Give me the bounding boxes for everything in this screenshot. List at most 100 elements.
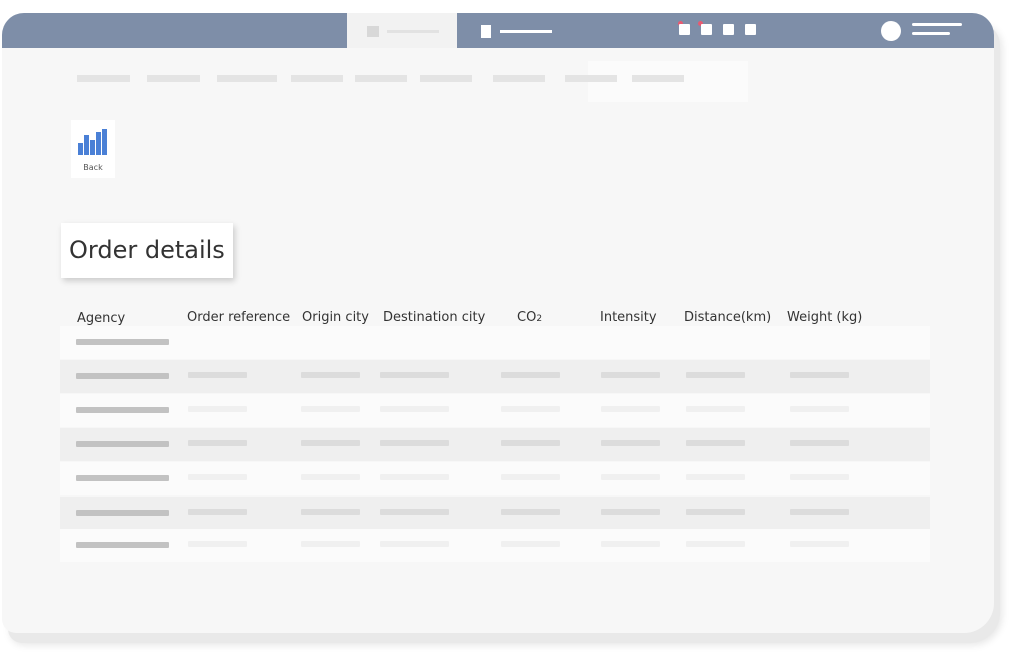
table-cell-placeholder [790, 406, 849, 412]
title-bar [2, 13, 994, 48]
table-cell-placeholder [301, 474, 360, 480]
table-cell-placeholder [501, 372, 560, 378]
table-cell-placeholder [380, 440, 449, 446]
column-header-weight[interactable]: Weight (kg) [787, 310, 862, 325]
breadcrumb-item[interactable] [217, 75, 277, 82]
table-cell-placeholder [790, 338, 849, 344]
table-cell-placeholder [76, 441, 169, 447]
back-button[interactable]: Back [71, 120, 115, 178]
table-cell-placeholder [686, 509, 745, 515]
table-cell-placeholder [380, 406, 449, 412]
table-cell-placeholder [76, 407, 169, 413]
table-cell-placeholder [380, 474, 449, 480]
table-cell-placeholder [188, 474, 247, 480]
toolbar-button[interactable] [701, 24, 712, 35]
table-cell-placeholder [790, 474, 849, 480]
breadcrumb-item[interactable] [147, 75, 200, 82]
table-cell-placeholder [601, 474, 660, 480]
table-cell-placeholder [686, 440, 745, 446]
table-cell-placeholder [380, 541, 449, 547]
page-title-card: Order details [61, 223, 233, 278]
table-cell-placeholder [76, 339, 169, 345]
table-cell-placeholder [188, 338, 247, 344]
breadcrumb-item[interactable] [420, 75, 472, 82]
tab-favicon-icon[interactable] [481, 25, 491, 38]
browser-window: Back Order details Agency Order referenc… [2, 13, 994, 633]
tab-favicon-icon [367, 26, 379, 37]
tab-title-placeholder [387, 30, 439, 33]
co2-subscript: 2 [536, 314, 543, 324]
table-row[interactable] [60, 394, 930, 427]
breadcrumb-item[interactable] [493, 75, 545, 82]
table-cell-placeholder [790, 509, 849, 515]
table-cell-placeholder [686, 474, 745, 480]
table-cell-placeholder [380, 338, 449, 344]
table-cell-placeholder [601, 406, 660, 412]
table-cell-placeholder [790, 440, 849, 446]
table-cell-placeholder [76, 510, 169, 516]
table-cell-placeholder [380, 509, 449, 515]
table-cell-placeholder [301, 509, 360, 515]
co2-label: CO [517, 310, 537, 325]
table-cell-placeholder [301, 541, 360, 547]
breadcrumb-item[interactable] [355, 75, 407, 82]
column-header-distance[interactable]: Distance(km) [684, 310, 771, 325]
column-header-intensity[interactable]: Intensity [600, 310, 657, 325]
column-header-destination-city[interactable]: Destination city [383, 310, 485, 325]
menu-icon[interactable] [912, 23, 962, 26]
table-cell-placeholder [501, 406, 560, 412]
table-row[interactable] [60, 462, 930, 495]
breadcrumb-item[interactable] [565, 75, 617, 82]
table-row[interactable] [60, 360, 930, 393]
breadcrumb-item[interactable] [632, 75, 684, 82]
table-cell-placeholder [501, 440, 560, 446]
table-cell-placeholder [686, 541, 745, 547]
toolbar-button[interactable] [723, 24, 734, 35]
table-cell-placeholder [501, 474, 560, 480]
table-cell-placeholder [501, 509, 560, 515]
table-cell-placeholder [686, 338, 745, 344]
column-header-agency[interactable]: Agency [77, 311, 125, 326]
column-header-origin-city[interactable]: Origin city [302, 310, 369, 325]
back-label: Back [83, 163, 103, 172]
menu-icon-line [912, 32, 950, 35]
table-row[interactable] [60, 428, 930, 461]
table-cell-placeholder [301, 406, 360, 412]
column-header-co2[interactable]: CO2 [517, 310, 542, 325]
table-cell-placeholder [380, 372, 449, 378]
table-cell-placeholder [601, 541, 660, 547]
breadcrumb-item[interactable] [291, 75, 343, 82]
avatar[interactable] [881, 21, 901, 41]
table-cell-placeholder [790, 372, 849, 378]
table-cell-placeholder [188, 541, 247, 547]
table-row[interactable] [60, 529, 930, 562]
table-cell-placeholder [686, 406, 745, 412]
table-cell-placeholder [188, 509, 247, 515]
page-title: Order details [69, 236, 225, 264]
table-cell-placeholder [686, 372, 745, 378]
table-cell-placeholder [188, 440, 247, 446]
tab-active[interactable] [347, 13, 457, 48]
table-cell-placeholder [501, 338, 560, 344]
table-cell-placeholder [76, 542, 169, 548]
table-cell-placeholder [301, 338, 360, 344]
table-cell-placeholder [601, 338, 660, 344]
table-cell-placeholder [601, 372, 660, 378]
tab-title-placeholder[interactable] [500, 30, 552, 33]
toolbar-button[interactable] [679, 24, 690, 35]
table-cell-placeholder [188, 406, 247, 412]
breadcrumb-item[interactable] [77, 75, 130, 82]
table-row[interactable] [60, 326, 930, 359]
column-header-order-reference[interactable]: Order reference [187, 310, 290, 325]
table-cell-placeholder [76, 373, 169, 379]
table-cell-placeholder [76, 475, 169, 481]
toolbar-button[interactable] [745, 24, 756, 35]
table-cell-placeholder [188, 372, 247, 378]
table-cell-placeholder [301, 440, 360, 446]
table-cell-placeholder [601, 440, 660, 446]
table-row[interactable] [60, 497, 930, 530]
table-cell-placeholder [501, 541, 560, 547]
table-cell-placeholder [601, 509, 660, 515]
table-cell-placeholder [301, 372, 360, 378]
table-cell-placeholder [790, 541, 849, 547]
